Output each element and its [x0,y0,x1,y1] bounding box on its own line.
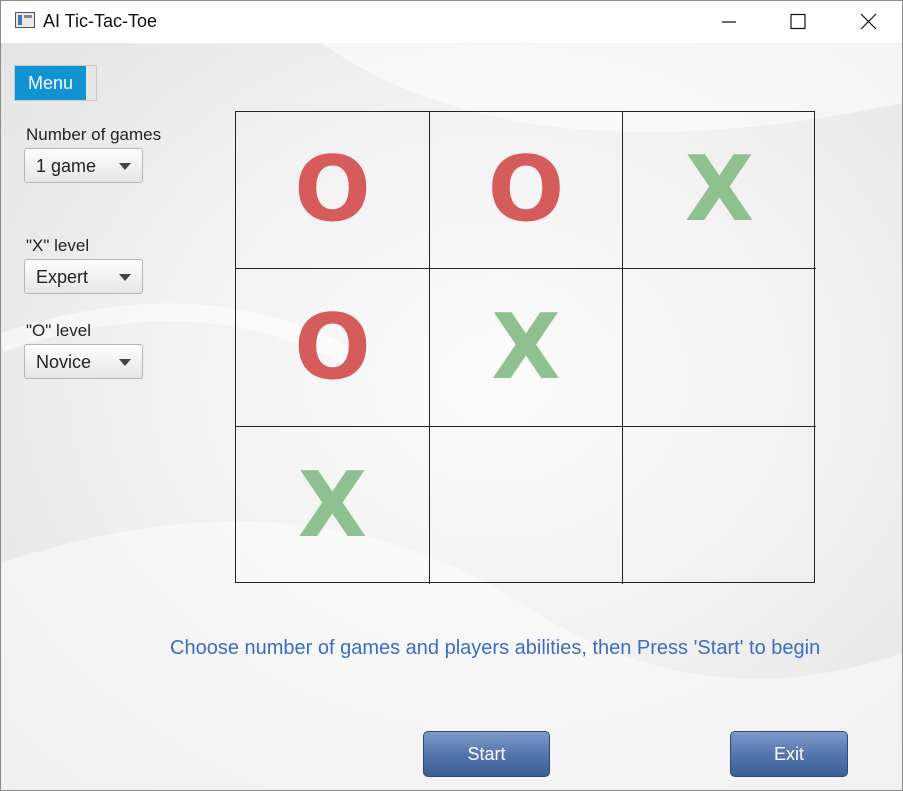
o-mark: O [487,137,565,242]
x-mark: X [491,294,561,400]
start-button[interactable]: Start [423,731,550,777]
maximize-icon [790,13,806,30]
board-cell-r0-c1[interactable]: O [430,112,623,269]
close-icon [860,13,877,30]
app-icon [15,12,35,28]
chevron-down-icon [119,163,131,170]
x-level-select[interactable]: Expert [24,259,143,294]
board-cell-r2-c2[interactable] [623,427,816,584]
window-title: AI Tic-Tac-Toe [43,11,158,31]
status-message: Choose number of games and players abili… [170,637,821,659]
menu-button[interactable]: Menu [14,65,97,101]
o-mark: O [294,137,371,242]
board-cell-r2-c0[interactable]: X [236,427,430,584]
menu-label: Menu [15,66,86,100]
chevron-down-icon [119,274,131,281]
o-level-label: "O" level [26,321,91,340]
chevron-down-icon [119,359,131,366]
minimize-button[interactable] [706,1,752,43]
x-level-label: "X" level [26,236,90,255]
board-cell-r0-c2[interactable]: X [623,112,816,269]
app-window: AI Tic-Tac-Toe Menu Number of games 1 ga… [0,0,903,791]
game-area: Menu Number of games 1 game "X" level Ex… [1,43,902,790]
exit-button[interactable]: Exit [730,731,848,777]
x-level-value: Expert [36,267,89,287]
board-cell-r1-c1[interactable]: X [430,269,623,427]
board-cell-r1-c2[interactable] [623,269,816,427]
x-mark: X [297,452,368,558]
o-mark: O [294,294,371,400]
board-cell-r2-c1[interactable] [430,427,623,584]
board-cell-r0-c0[interactable]: O [236,112,430,269]
o-level-select[interactable]: Novice [24,344,143,379]
number-of-games-label: Number of games [26,125,162,144]
title-bar: AI Tic-Tac-Toe [1,1,902,43]
number-of-games-select[interactable]: 1 game [24,148,143,183]
board-cell-r1-c0[interactable]: O [236,269,430,427]
close-button[interactable] [846,1,892,43]
tic-tac-toe-board: OOXOXX [235,111,816,584]
o-level-value: Novice [36,352,92,372]
minimize-icon [722,21,736,23]
x-mark: X [684,137,755,242]
maximize-button[interactable] [775,1,821,43]
number-of-games-value: 1 game [36,156,97,176]
